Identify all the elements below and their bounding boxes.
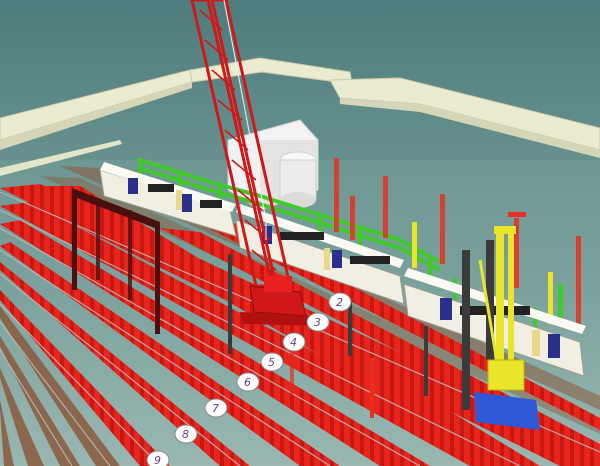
track-label-9: 9 (146, 450, 170, 466)
svg-text:3: 3 (314, 316, 321, 329)
track-label-2: 2 (328, 292, 352, 312)
track-label-3: 3 (306, 312, 330, 332)
svg-text:7: 7 (212, 402, 219, 415)
svg-text:6: 6 (244, 376, 251, 389)
svg-text:2: 2 (336, 296, 343, 309)
track-label-8: 8 (174, 424, 198, 444)
track-label-4: 4 (282, 332, 306, 352)
track-label-6: 6 (236, 372, 260, 392)
svg-text:9: 9 (154, 454, 161, 466)
track-label-5: 5 (260, 352, 284, 372)
svg-text:4: 4 (290, 336, 297, 349)
construction-3d-viewport[interactable]: 2 3 4 5 6 7 8 9 (0, 0, 600, 466)
track-label-7: 7 (204, 398, 228, 418)
svg-text:5: 5 (268, 356, 275, 369)
svg-text:8: 8 (182, 428, 189, 441)
